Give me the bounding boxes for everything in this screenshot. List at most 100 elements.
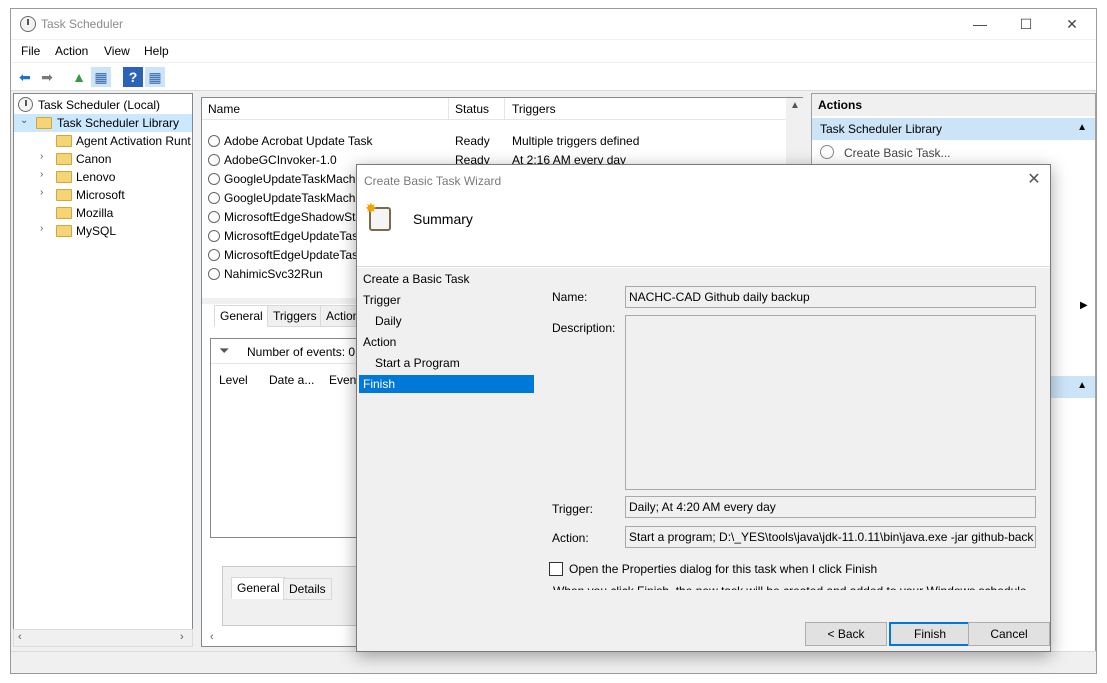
tab-triggers[interactable]: Triggers	[267, 305, 323, 327]
description-label: Description:	[552, 321, 616, 335]
step-start-a-program[interactable]: Start a Program	[359, 354, 534, 372]
folder-icon	[56, 189, 72, 201]
folder-icon	[56, 207, 72, 219]
create-basic-task-action[interactable]: Create Basic Task...	[812, 142, 1095, 164]
tree-root-label: Task Scheduler (Local)	[38, 98, 161, 112]
menu-file[interactable]: File	[21, 44, 40, 58]
show-hide-console-tree-icon[interactable]: ▦	[91, 67, 111, 87]
open-properties-checkbox[interactable]	[549, 562, 563, 576]
folder-icon	[56, 135, 72, 147]
back-button[interactable]: < Back	[805, 622, 887, 646]
step-daily[interactable]: Daily	[359, 312, 534, 330]
tree-item-mysql[interactable]: › MySQL	[14, 222, 192, 240]
subtab-details[interactable]: Details	[283, 578, 332, 600]
tree-item-label: Canon	[76, 152, 112, 166]
tree-item-label: Lenovo	[76, 170, 116, 184]
menu-action[interactable]: Action	[55, 44, 88, 58]
forward-arrow-icon[interactable]: ➡	[37, 67, 57, 87]
task-name: MicrosoftEdgeShadowSta	[224, 210, 363, 224]
trigger-label: Trigger:	[552, 502, 593, 516]
chevron-right-icon[interactable]: ›	[40, 169, 43, 180]
dialog-close-button[interactable]: ✕	[1021, 169, 1047, 191]
tree-item-canon[interactable]: › Canon	[14, 150, 192, 168]
scroll-up-icon[interactable]: ▲	[790, 100, 800, 111]
column-triggers[interactable]: Triggers	[512, 102, 556, 116]
task-clock-icon	[208, 154, 220, 166]
tree-item-root[interactable]: Task Scheduler (Local)	[14, 96, 192, 114]
menu-bar: File Action View Help	[11, 40, 1096, 62]
chevron-down-icon[interactable]: ⌄	[20, 115, 28, 126]
column-separator	[448, 98, 449, 120]
tree-horizontal-scrollbar[interactable]: ‹ ›	[13, 629, 193, 647]
tree-item-lenovo[interactable]: › Lenovo	[14, 168, 192, 186]
events-count: Number of events: 0	[247, 345, 356, 359]
task-clock-icon	[208, 268, 220, 280]
maximize-button[interactable]: ☐	[1003, 9, 1049, 39]
task-clock-icon	[208, 211, 220, 223]
menu-help[interactable]: Help	[144, 44, 169, 58]
column-level[interactable]: Level	[219, 373, 248, 387]
name-field[interactable]: NACHC-CAD Github daily backup	[625, 286, 1036, 308]
tree-item-label: Mozilla	[76, 206, 114, 220]
tab-general[interactable]: General	[214, 305, 269, 327]
show-action-pane-icon[interactable]: ▦	[145, 67, 165, 87]
task-name: MicrosoftEdgeUpdateTas	[224, 248, 359, 262]
step-create-basic-task[interactable]: Create a Basic Task	[359, 270, 534, 288]
filter-icon[interactable]: ⏷	[219, 343, 229, 359]
close-button[interactable]: ✕	[1049, 9, 1095, 39]
open-properties-label[interactable]: Open the Properties dialog for this task…	[569, 562, 877, 576]
tree-item-microsoft[interactable]: › Microsoft	[14, 186, 192, 204]
help-icon[interactable]: ?	[123, 67, 143, 87]
dialog-heading: Summary	[413, 211, 473, 227]
cancel-button[interactable]: Cancel	[968, 622, 1050, 646]
tree-item-agent-activation[interactable]: Agent Activation Runt	[14, 132, 192, 150]
create-basic-task-wizard: Create Basic Task Wizard ✕ ✸ Summary Cre…	[356, 164, 1051, 652]
action-field[interactable]: Start a program; D:\_YES\tools\java\jdk-…	[625, 526, 1036, 548]
folder-icon	[36, 117, 52, 129]
task-scheduler-icon	[20, 16, 36, 32]
task-name: NahimicSvc32Run	[224, 267, 323, 281]
window-title: Task Scheduler	[41, 17, 124, 31]
back-arrow-icon[interactable]: ⬅	[15, 67, 35, 87]
chevron-right-icon[interactable]: ›	[40, 223, 43, 234]
column-name[interactable]: Name	[208, 102, 240, 116]
actions-group-library[interactable]: Task Scheduler Library ▲	[812, 118, 1095, 140]
column-status[interactable]: Status	[455, 102, 489, 116]
trigger-field[interactable]: Daily; At 4:20 AM every day	[625, 496, 1036, 518]
task-name: GoogleUpdateTaskMachi	[224, 172, 359, 186]
scroll-right-icon[interactable]: ›	[180, 631, 184, 643]
tree-item-label: MySQL	[76, 224, 117, 238]
step-finish[interactable]: Finish	[359, 375, 534, 393]
task-triggers: Multiple triggers defined	[512, 134, 640, 148]
step-trigger[interactable]: Trigger	[359, 291, 534, 309]
description-field[interactable]	[625, 315, 1036, 490]
tree-item-label: Microsoft	[76, 188, 125, 202]
up-folder-icon[interactable]: ▲	[69, 67, 89, 87]
collapse-icon[interactable]: ▲	[1077, 122, 1087, 133]
action-label: Create Basic Task...	[844, 146, 951, 160]
task-clock-icon	[208, 192, 220, 204]
status-bar	[11, 651, 1096, 673]
scroll-left-icon[interactable]: ‹	[18, 631, 22, 643]
collapse-icon[interactable]: ▲	[1077, 380, 1087, 391]
folder-icon	[56, 153, 72, 165]
minimize-button[interactable]: —	[957, 9, 1003, 39]
menu-view[interactable]: View	[104, 44, 130, 58]
dialog-title-bar: Create Basic Task Wizard ✕	[357, 165, 1050, 195]
chevron-right-icon[interactable]: ›	[40, 151, 43, 162]
finish-button[interactable]: Finish	[889, 622, 971, 646]
folder-icon	[56, 225, 72, 237]
submenu-arrow-icon[interactable]: ▶	[1080, 300, 1088, 311]
console-tree: Task Scheduler (Local) ⌄ Task Scheduler …	[13, 93, 193, 647]
step-action[interactable]: Action	[359, 333, 534, 351]
table-row[interactable]: Adobe Acrobat Update Task Ready Multiple…	[202, 132, 786, 151]
chevron-right-icon[interactable]: ›	[40, 187, 43, 198]
dialog-title: Create Basic Task Wizard	[364, 174, 502, 188]
subtab-general[interactable]: General	[231, 577, 286, 599]
tree-item-mozilla[interactable]: Mozilla	[14, 204, 192, 222]
tree-item-label: Agent Activation Runt	[76, 134, 191, 148]
tree-item-library[interactable]: ⌄ Task Scheduler Library	[14, 114, 192, 132]
scroll-left-icon[interactable]: ‹	[210, 631, 214, 643]
details-box: General Details	[222, 566, 372, 626]
column-date[interactable]: Date a...	[269, 373, 314, 387]
